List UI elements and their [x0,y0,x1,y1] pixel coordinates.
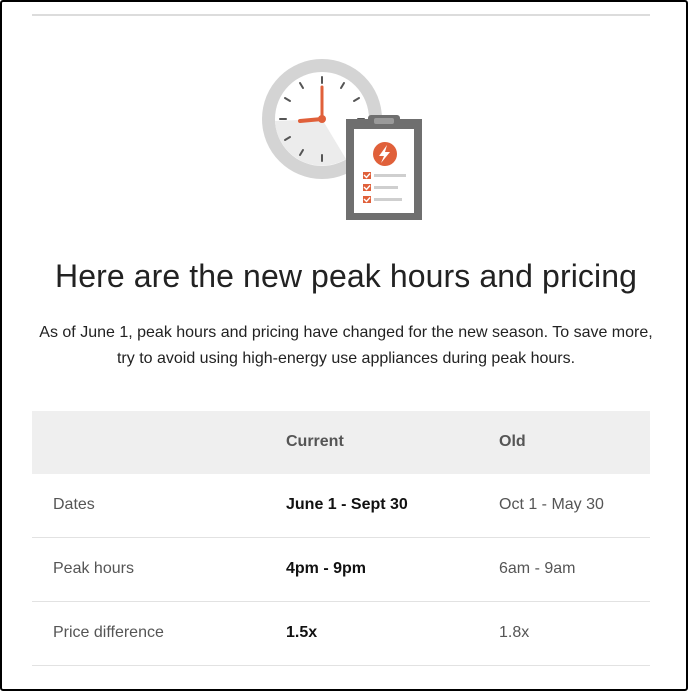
table-row-price-difference: Price difference 1.5x 1.8x [32,602,650,666]
row-current-value: 1.5x [286,624,318,641]
table-header: Current Old [32,411,650,474]
peak-hours-illustration [260,57,424,222]
row-label: Peak hours [53,560,134,577]
header-current: Current [286,433,344,450]
page-title: Here are the new peak hours and pricing [54,258,638,294]
row-current-value: June 1 - Sept 30 [286,496,408,513]
intro-text: As of June 1, peak hours and pricing hav… [39,324,653,367]
header-old: Old [499,433,526,450]
table-row-dates: Dates June 1 - Sept 30 Oct 1 - May 30 [32,474,650,538]
row-current-value: 4pm - 9pm [286,560,367,577]
row-label: Dates [53,496,95,513]
clock-icon [262,59,422,220]
clipboard-icon [346,115,422,220]
email-frame: Here are the new peak hours and pricing … [0,0,688,691]
row-old-value: 1.8x [499,624,530,641]
pricing-table: Current Old Dates June 1 - Sept 30 Oct 1… [32,411,650,666]
top-divider [32,14,650,16]
row-old-value: Oct 1 - May 30 [499,496,604,513]
row-old-value: 6am - 9am [499,560,576,577]
table-row-peak-hours: Peak hours 4pm - 9pm 6am - 9am [32,538,650,602]
row-label: Price difference [53,624,164,641]
